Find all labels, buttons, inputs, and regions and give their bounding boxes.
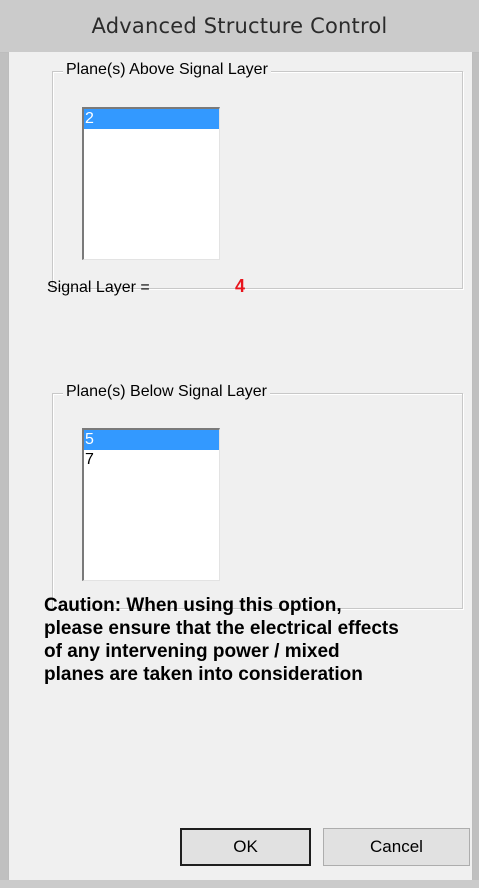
planes-below-group-label: Plane(s) Below Signal Layer — [63, 383, 270, 401]
cancel-button[interactable]: Cancel — [323, 828, 470, 866]
planes-below-list: 57 — [84, 430, 219, 470]
dialog-window: Advanced Structure Control Plane(s) Abov… — [0, 0, 479, 888]
list-item[interactable]: 2 — [84, 109, 219, 129]
planes-above-listbox[interactable]: 2 — [82, 107, 220, 260]
planes-above-list: 2 — [84, 109, 219, 129]
caution-message: Caution: When using this option, please … — [44, 595, 399, 685]
planes-below-group: Plane(s) Below Signal Layer 57 — [52, 383, 463, 609]
ok-button[interactable]: OK — [180, 828, 311, 866]
planes-above-group: Plane(s) Above Signal Layer 2 — [52, 61, 463, 289]
signal-layer-label: Signal Layer = — [47, 279, 150, 296]
list-item[interactable]: 7 — [84, 450, 219, 470]
window-bottom-frame — [0, 880, 479, 888]
dialog-title: Advanced Structure Control — [91, 14, 388, 38]
planes-above-group-label: Plane(s) Above Signal Layer — [63, 61, 271, 79]
list-item[interactable]: 5 — [84, 430, 219, 450]
title-bar[interactable]: Advanced Structure Control — [0, 0, 479, 53]
signal-layer-value: 4 — [235, 276, 246, 296]
planes-below-listbox[interactable]: 57 — [82, 428, 220, 581]
